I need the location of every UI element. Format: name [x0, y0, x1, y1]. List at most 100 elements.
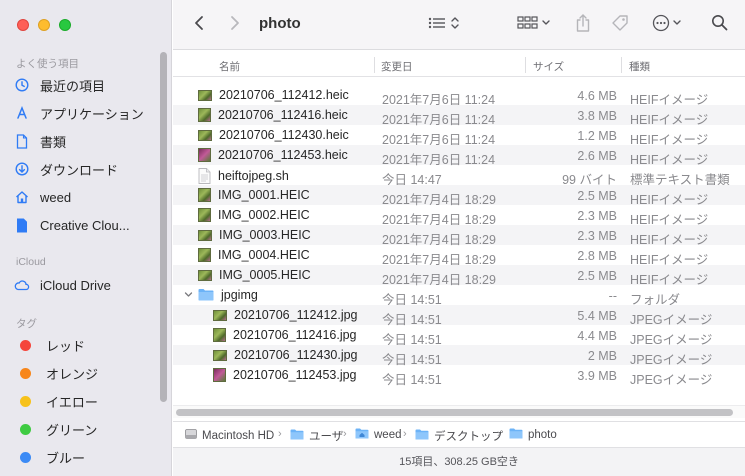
file-row[interactable]: 20210706_112453.jpg 今日 14:51 3.9 MB JPEG…	[173, 365, 745, 387]
file-size: 2.3 MB	[577, 229, 617, 243]
chevron-right-icon	[230, 15, 240, 36]
image-thumbnail-icon	[198, 269, 212, 281]
document-icon	[14, 133, 30, 149]
file-name: 20210706_112416.heic	[218, 108, 348, 122]
file-size: 2.6 MB	[577, 149, 617, 163]
file-row[interactable]: 20210706_112430.heic 2021年7月6日 11:24 1.2…	[173, 125, 745, 147]
column-divider[interactable]	[621, 57, 622, 73]
sidebar-item-downloads[interactable]: ダウンロード	[14, 158, 164, 180]
group-by-button[interactable]	[515, 13, 555, 37]
column-divider[interactable]	[525, 57, 526, 73]
file-name: heiftojpeg.sh	[218, 169, 289, 183]
cloud-icon	[14, 277, 30, 293]
path-crumb-weed[interactable]: weed	[355, 428, 402, 442]
file-name: 20210706_112453.heic	[218, 148, 348, 162]
column-name-header[interactable]: 名前	[219, 59, 240, 74]
folder-row[interactable]: jpgimg 今日 14:51 -- フォルダ	[173, 285, 745, 307]
file-row[interactable]: IMG_0003.HEIC 2021年7月4日 18:29 2.3 MB HEI…	[173, 225, 745, 247]
forward-button[interactable]	[223, 13, 247, 37]
file-row[interactable]: IMG_0005.HEIC 2021年7月4日 18:29 2.5 MB HEI…	[173, 265, 745, 287]
image-thumbnail-icon	[213, 349, 227, 361]
view-mode-list-button[interactable]	[425, 13, 465, 37]
sidebar-scrollbar[interactable]	[160, 52, 167, 402]
sidebar-item-label: 最近の項目	[40, 78, 106, 94]
sidebar-item-creative-cloud[interactable]: Creative Clou...	[14, 214, 164, 236]
sidebar-item-documents[interactable]: 書類	[14, 130, 164, 152]
column-divider[interactable]	[374, 57, 375, 73]
close-window-button[interactable]	[17, 19, 29, 31]
minimize-window-button[interactable]	[38, 19, 50, 31]
horizontal-scrollbar[interactable]	[173, 405, 745, 418]
sidebar-item-applications[interactable]: アプリケーション	[14, 102, 164, 124]
horizontal-scrollbar-thumb[interactable]	[176, 409, 733, 416]
path-crumb-label: photo	[528, 429, 557, 441]
clock-icon	[14, 77, 30, 93]
file-size: 2.5 MB	[577, 269, 617, 283]
path-separator-chevron-icon: ›	[278, 428, 282, 440]
path-crumb-users[interactable]: ユーザ	[290, 428, 343, 444]
sidebar-item-icloud-drive[interactable]: iCloud Drive	[14, 274, 164, 296]
file-row[interactable]: IMG_0001.HEIC 2021年7月4日 18:29 2.5 MB HEI…	[173, 185, 745, 207]
path-crumb-macintosh-hd[interactable]: Macintosh HD	[185, 428, 274, 443]
file-row[interactable]: 20210706_112416.jpg 今日 14:51 4.4 MB JPEG…	[173, 325, 745, 347]
file-row[interactable]: heiftojpeg.sh 今日 14:47 99 バイト 標準テキスト書類	[173, 165, 745, 187]
sidebar-tag-yellow[interactable]: イエロー	[14, 390, 164, 412]
file-row[interactable]: 20210706_112412.heic 2021年7月6日 11:24 4.6…	[173, 85, 745, 107]
file-row[interactable]: IMG_0002.HEIC 2021年7月4日 18:29 2.3 MB HEI…	[173, 205, 745, 227]
file-size: 2.8 MB	[577, 249, 617, 263]
disclosure-chevron-down-icon[interactable]	[184, 288, 198, 302]
file-size: --	[608, 289, 617, 303]
sidebar-tag-red[interactable]: レッド	[14, 334, 164, 356]
path-separator-chevron-icon: ›	[403, 428, 407, 440]
file-name: 20210706_112430.heic	[219, 128, 349, 142]
path-crumb-desktop[interactable]: デスクトップ	[415, 428, 503, 444]
column-size-header[interactable]: サイズ	[533, 59, 564, 74]
file-row[interactable]: 20210706_112416.heic 2021年7月6日 11:24 3.8…	[173, 105, 745, 127]
file-size: 3.9 MB	[577, 369, 617, 383]
file-name-cell: 20210706_112453.jpg	[213, 368, 357, 382]
home-icon	[14, 189, 30, 205]
image-thumbnail-icon	[198, 129, 212, 141]
image-thumbnail-icon	[198, 108, 211, 122]
sidebar-item-recents[interactable]: 最近の項目	[14, 74, 164, 96]
sidebar-item-label: 書類	[40, 134, 67, 150]
zoom-window-button[interactable]	[59, 19, 71, 31]
column-kind-header[interactable]: 種類	[629, 59, 650, 74]
folder-icon	[415, 429, 429, 443]
file-name-cell: IMG_0002.HEIC	[198, 208, 310, 222]
file-name: jpgimg	[221, 288, 258, 302]
file-row[interactable]: IMG_0004.HEIC 2021年7月4日 18:29 2.8 MB HEI…	[173, 245, 745, 267]
file-size: 5.4 MB	[577, 309, 617, 323]
image-thumbnail-icon	[198, 248, 211, 262]
list-view-icon	[427, 15, 463, 36]
sidebar-item-label: weed	[40, 189, 72, 205]
share-button[interactable]	[571, 13, 595, 37]
chevron-left-icon	[194, 15, 204, 36]
sidebar-tag-green[interactable]: グリーン	[14, 418, 164, 440]
file-row[interactable]: 20210706_112453.heic 2021年7月6日 11:24 2.6…	[173, 145, 745, 167]
column-header: 名前 変更日 サイズ 種類	[173, 53, 745, 77]
path-crumb-photo[interactable]: photo	[509, 428, 557, 442]
back-button[interactable]	[187, 13, 211, 37]
window-controls	[17, 19, 71, 31]
tag-color-dot	[20, 395, 31, 407]
sidebar-item-home[interactable]: weed	[14, 186, 164, 208]
status-bar: 15項目、308.25 GB空き	[173, 447, 745, 476]
folder-icon	[509, 428, 523, 442]
column-date-header[interactable]: 変更日	[381, 59, 413, 74]
search-button[interactable]	[707, 13, 731, 37]
action-menu-button[interactable]	[649, 13, 689, 37]
file-row[interactable]: 20210706_112430.jpg 今日 14:51 2 MB JPEGイメ…	[173, 345, 745, 367]
file-row[interactable]: 20210706_112412.jpg 今日 14:51 5.4 MB JPEG…	[173, 305, 745, 327]
tag-icon	[610, 13, 630, 38]
file-name-cell: 20210706_112416.jpg	[213, 328, 357, 342]
tags-button[interactable]	[607, 13, 633, 37]
image-thumbnail-icon	[198, 148, 211, 162]
sidebar-tag-blue[interactable]: ブルー	[14, 446, 164, 468]
sidebar: よく使う項目 最近の項目 アプリケーション 書類 ダウンロード weed Cre…	[0, 0, 172, 476]
sidebar-item-label: グリーン	[46, 422, 98, 438]
window-title: photo	[259, 15, 301, 32]
file-name: IMG_0004.HEIC	[218, 248, 310, 262]
sidebar-section-favorites: よく使う項目	[16, 58, 79, 70]
sidebar-tag-orange[interactable]: オレンジ	[14, 362, 164, 384]
